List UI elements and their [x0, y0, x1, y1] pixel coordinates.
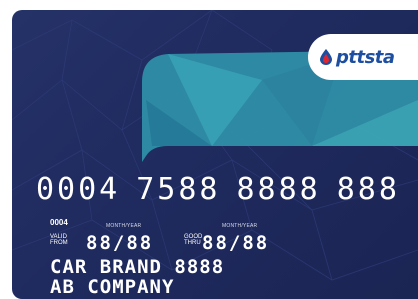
brand-logo-text: pttsta — [336, 46, 395, 68]
fuel-card: pttsta 0004 7588 8888 888 0004 MONTH/YEAR M… — [12, 10, 418, 299]
card-number-group: 8888 — [236, 172, 321, 207]
card-number-group: 0004 — [36, 172, 121, 207]
card-number: 0004 7588 8888 888 — [36, 172, 416, 207]
good-thru-label: GOOD THRU — [184, 234, 204, 246]
good-thru-date: 88/88 — [202, 232, 270, 254]
valid-from-date: 88/88 — [86, 232, 154, 254]
card-company-name: AB COMPANY — [50, 276, 175, 298]
valid-from-label: VALID FROM — [50, 234, 70, 246]
month-year-label: MONTH/YEAR — [106, 223, 142, 229]
flame-drop-icon — [320, 49, 332, 65]
brand-logo: pttsta — [308, 34, 418, 80]
month-year-label: MONTH/YEAR — [222, 223, 258, 229]
valid-from-label-line: FROM — [50, 240, 68, 246]
card-holder-name: CAR BRAND 8888 — [50, 256, 225, 278]
card-number-group: 888 — [336, 172, 400, 207]
card-small-code: 0004 — [50, 218, 68, 227]
card-number-group: 7588 — [136, 172, 221, 207]
good-thru-label-line: THRU — [184, 240, 201, 246]
